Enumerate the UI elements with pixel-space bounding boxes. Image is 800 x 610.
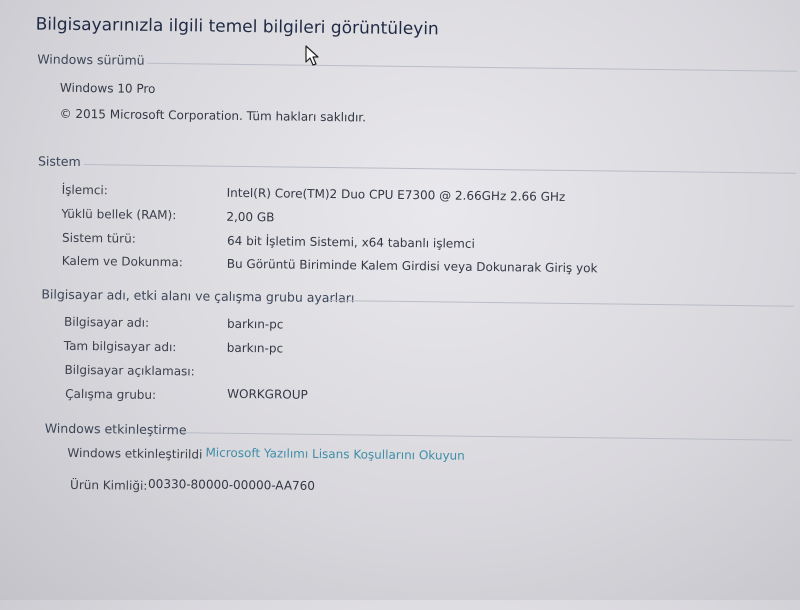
system-properties-page: Bilgisayarınızla ilgili temel bilgileri … bbox=[0, 0, 800, 610]
system-type-value: 64 bit İşletim Sistemi, x64 tabanlı işle… bbox=[226, 233, 475, 251]
windows-edition-value: Windows 10 Pro bbox=[59, 80, 156, 96]
workgroup-value: WORKGROUP bbox=[227, 386, 308, 402]
computer-description-label: Bilgisayar açıklaması: bbox=[64, 362, 195, 379]
activation-heading: Windows etkinleştirme bbox=[44, 420, 187, 438]
windows-edition-divider bbox=[147, 62, 798, 72]
computer-name-divider bbox=[328, 300, 795, 307]
system-type-label: Sistem türü: bbox=[62, 230, 136, 246]
system-divider bbox=[83, 164, 796, 174]
ram-value: 2,00 GB bbox=[226, 209, 275, 225]
pen-touch-value: Bu Görüntü Biriminde Kalem Girdisi veya … bbox=[226, 256, 598, 276]
processor-value: Intel(R) Core(TM)2 Duo CPU E7300 @ 2.66G… bbox=[226, 185, 566, 204]
computer-name-label: Bilgisayar adı: bbox=[63, 314, 150, 330]
page-title: Bilgisayarınızla ilgili temel bilgileri … bbox=[35, 14, 439, 40]
activation-status: Windows etkinleştirildi bbox=[67, 445, 203, 462]
copyright-text: © 2015 Microsoft Corporation. Tüm haklar… bbox=[59, 106, 367, 125]
product-id-label: Ürün Kimliği: bbox=[69, 477, 148, 493]
processor-label: İşlemci: bbox=[61, 182, 108, 198]
ram-label: Yüklü bellek (RAM): bbox=[61, 206, 177, 223]
product-id-value: 00330-80000-00000-AA760 bbox=[148, 476, 316, 493]
activation-divider bbox=[182, 432, 793, 441]
windows-edition-heading: Windows sürümü bbox=[37, 51, 145, 68]
mouse-pointer-icon bbox=[305, 45, 319, 66]
computer-name-value: barkın-pc bbox=[226, 316, 284, 332]
computer-name-heading: Bilgisayar adı, etki alanı ve çalışma gr… bbox=[41, 286, 355, 306]
license-terms-link[interactable]: Microsoft Yazılımı Lisans Koşullarını Ok… bbox=[205, 446, 465, 463]
full-computer-name-label: Tam bilgisayar adı: bbox=[63, 338, 177, 355]
system-heading: Sistem bbox=[37, 153, 81, 169]
pen-touch-label: Kalem ve Dokunma: bbox=[61, 253, 183, 270]
full-computer-name-value: barkın-pc bbox=[226, 340, 284, 356]
workgroup-label: Çalışma grubu: bbox=[65, 386, 157, 402]
